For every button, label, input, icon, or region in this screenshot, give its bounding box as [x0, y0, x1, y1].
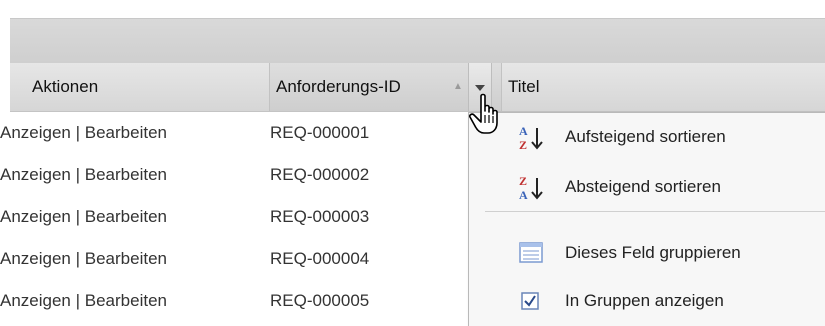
- menu-item-label: Aufsteigend sortieren: [565, 127, 726, 146]
- edit-link[interactable]: Bearbeiten: [85, 291, 167, 310]
- menu-item-label: Absteigend sortieren: [565, 177, 721, 196]
- grid-header: Aktionen Anforderungs-ID ▲ Titel: [10, 63, 825, 112]
- column-header-aktionen[interactable]: Aktionen: [10, 63, 270, 111]
- view-link[interactable]: Anzeigen: [0, 165, 71, 184]
- actions-cell: Anzeigen | Bearbeiten: [0, 291, 167, 310]
- grid-toolbar: [0, 0, 825, 63]
- edit-link[interactable]: Bearbeiten: [85, 249, 167, 268]
- sort-ascending-icon: A Z: [519, 124, 543, 151]
- column-header-label: Anforderungs-ID: [276, 77, 401, 96]
- request-id-cell: REQ-000004: [270, 249, 370, 268]
- edit-link[interactable]: Bearbeiten: [85, 207, 167, 226]
- table-row: Anzeigen | Bearbeiten REQ-000001: [0, 112, 470, 154]
- svg-text:Z: Z: [519, 174, 527, 188]
- edit-link[interactable]: Bearbeiten: [85, 123, 167, 142]
- view-link[interactable]: Anzeigen: [0, 291, 71, 310]
- checkbox-checked-icon[interactable]: [517, 287, 547, 315]
- svg-text:A: A: [519, 188, 528, 201]
- request-id-cell: REQ-000001: [270, 123, 370, 142]
- column-header-titel[interactable]: Titel: [502, 63, 825, 111]
- view-link[interactable]: Anzeigen: [0, 249, 71, 268]
- column-header-label: Aktionen: [32, 77, 99, 96]
- column-context-menu: A Z Aufsteigend sortieren Z A Absteigend…: [468, 112, 825, 326]
- request-id-cell: REQ-000005: [270, 291, 370, 310]
- actions-cell: Anzeigen | Bearbeiten: [0, 123, 167, 142]
- menu-item-sort-descending[interactable]: Z A Absteigend sortieren: [469, 169, 825, 205]
- menu-separator: [485, 211, 825, 212]
- menu-item-label: In Gruppen anzeigen: [565, 291, 724, 310]
- group-field-icon: [519, 242, 543, 263]
- view-link[interactable]: Anzeigen: [0, 207, 71, 226]
- sort-descending-icon: Z A: [519, 174, 543, 201]
- actions-cell: Anzeigen | Bearbeiten: [0, 249, 167, 268]
- menu-item-show-in-groups[interactable]: In Gruppen anzeigen: [469, 283, 825, 319]
- chevron-down-icon: [475, 85, 485, 91]
- menu-item-label: Dieses Feld gruppieren: [565, 243, 741, 262]
- menu-item-group-field[interactable]: Dieses Feld gruppieren: [469, 235, 825, 271]
- table-row: Anzeigen | Bearbeiten REQ-000003: [0, 196, 470, 238]
- request-id-cell: REQ-000002: [270, 165, 370, 184]
- view-link[interactable]: Anzeigen: [0, 123, 71, 142]
- actions-cell: Anzeigen | Bearbeiten: [0, 207, 167, 226]
- toolbar-bar: [10, 18, 825, 63]
- menu-item-sort-ascending[interactable]: A Z Aufsteigend sortieren: [469, 119, 825, 155]
- column-header-label: Titel: [508, 77, 540, 96]
- svg-text:Z: Z: [519, 138, 527, 151]
- request-id-cell: REQ-000003: [270, 207, 370, 226]
- table-row: Anzeigen | Bearbeiten REQ-000004: [0, 238, 470, 280]
- svg-text:A: A: [519, 124, 528, 138]
- actions-cell: Anzeigen | Bearbeiten: [0, 165, 167, 184]
- table-row: Anzeigen | Bearbeiten REQ-000005: [0, 280, 470, 322]
- hand-cursor-icon: [469, 93, 498, 134]
- edit-link[interactable]: Bearbeiten: [85, 165, 167, 184]
- table-row: Anzeigen | Bearbeiten REQ-000002: [0, 154, 470, 196]
- grid-body: Anzeigen | Bearbeiten REQ-000001 Anzeige…: [0, 112, 470, 322]
- sort-indicator-icon: ▲: [453, 81, 463, 92]
